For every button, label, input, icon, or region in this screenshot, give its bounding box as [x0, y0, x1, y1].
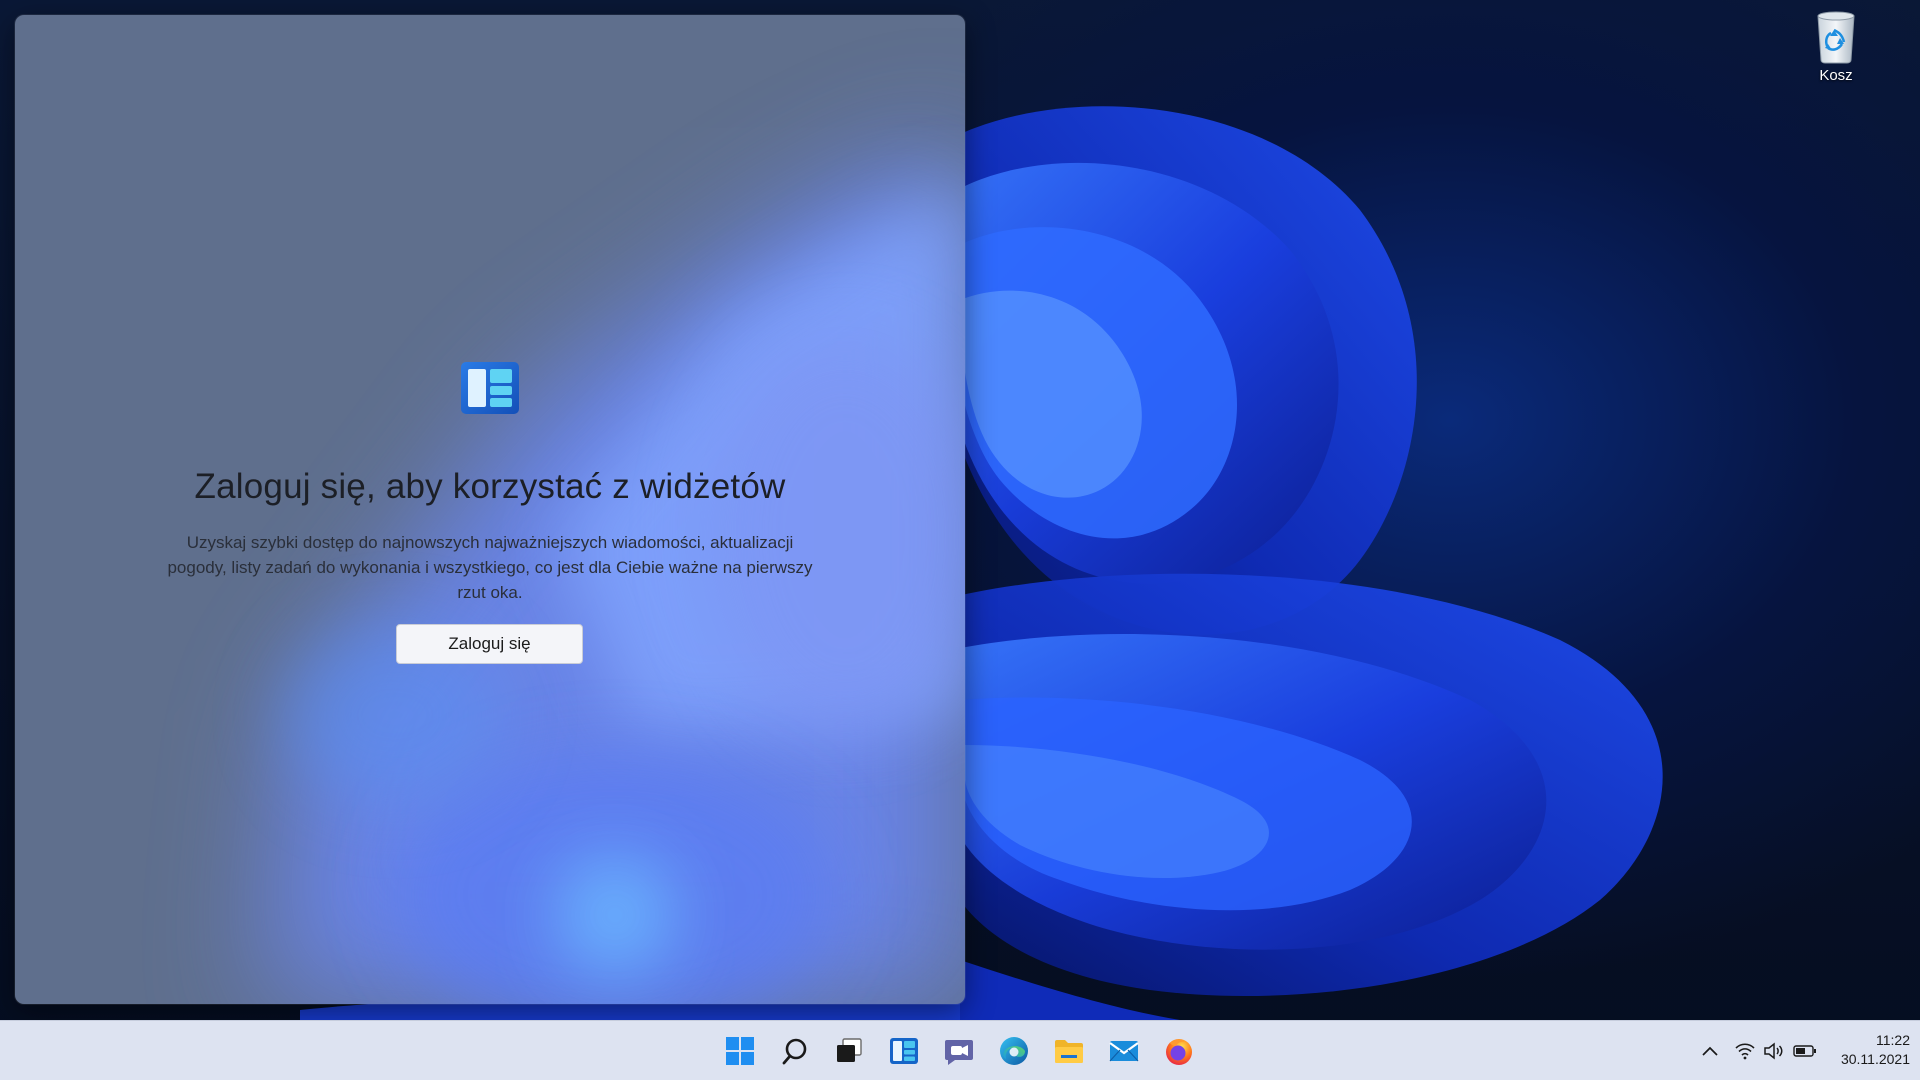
mail-icon[interactable] — [1104, 1031, 1144, 1071]
system-clock[interactable]: 11:22 30.11.2021 — [1826, 1031, 1910, 1069]
widgets-icon[interactable] — [884, 1031, 924, 1071]
desktop-icon-recycle-bin[interactable]: Kosz — [1795, 6, 1877, 92]
search-icon[interactable] — [775, 1031, 815, 1071]
volume-icon[interactable] — [1762, 1040, 1786, 1062]
recycle-bin-icon — [1817, 11, 1855, 64]
taskbar: 11:22 30.11.2021 — [0, 1020, 1920, 1080]
wifi-icon[interactable] — [1733, 1040, 1757, 1062]
windows-start-icon[interactable] — [720, 1031, 760, 1071]
widgets-signin-content: Zaloguj się, aby korzystać z widżetów Uz… — [15, 15, 965, 1004]
desktop: Kosz Zaloguj się, aby korzystać z widżet… — [0, 0, 1920, 1080]
page-title: Zaloguj się, aby korzystać z widżetów — [194, 467, 786, 506]
widgets-icon — [461, 362, 519, 414]
file-explorer-icon[interactable] — [1049, 1031, 1089, 1071]
task-view-icon[interactable] — [829, 1031, 869, 1071]
teams-chat-icon[interactable] — [939, 1031, 979, 1071]
signin-description: Uzyskaj szybki dostęp do najnowszych naj… — [167, 533, 813, 602]
widgets-panel: Zaloguj się, aby korzystać z widżetów Uz… — [15, 15, 965, 1004]
desktop-icon-label: Kosz — [1819, 67, 1853, 84]
signin-button[interactable]: Zaloguj się — [396, 624, 583, 664]
firefox-icon[interactable] — [1159, 1031, 1199, 1071]
chevron-up-icon[interactable] — [1698, 1040, 1722, 1062]
battery-icon[interactable] — [1793, 1040, 1817, 1062]
clock-time: 11:22 — [1876, 1032, 1910, 1048]
edge-icon[interactable] — [994, 1031, 1034, 1071]
clock-date: 30.11.2021 — [1840, 1051, 1910, 1067]
